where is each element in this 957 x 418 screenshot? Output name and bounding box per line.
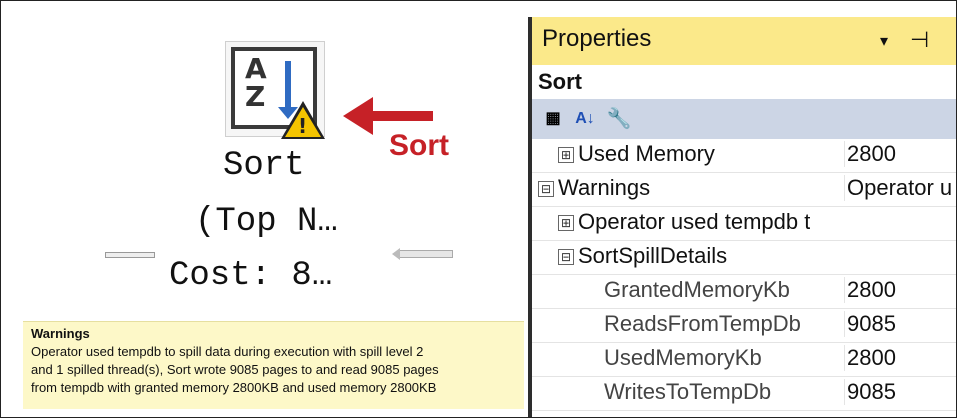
- expand-icon[interactable]: ⊞: [558, 147, 574, 163]
- properties-title: Properties: [542, 25, 652, 52]
- alphabetical-sort-icon[interactable]: A↓: [570, 105, 600, 133]
- selected-object-name[interactable]: Sort: [538, 69, 582, 95]
- properties-titlebar: Properties ▾ ⊣: [532, 17, 956, 65]
- property-row[interactable]: GrantedMemoryKb 2800: [532, 275, 956, 309]
- operator-cost: Cost: 8…: [169, 257, 333, 295]
- tooltip-line: and 1 spilled thread(s), Sort wrote 9085…: [31, 362, 439, 377]
- property-row[interactable]: ⊞ Operator used tempdb t: [532, 207, 956, 241]
- property-row[interactable]: WritesToTempDb 9085: [532, 377, 956, 411]
- property-name: ReadsFromTempDb: [604, 311, 801, 336]
- property-name: WritesToTempDb: [604, 379, 772, 404]
- property-row[interactable]: ⊟ SortSpillDetails: [532, 241, 956, 275]
- categorized-icon[interactable]: ▦: [538, 105, 568, 133]
- az-letters: AZ: [245, 52, 267, 113]
- collapse-icon[interactable]: ⊟: [558, 249, 574, 265]
- property-value[interactable]: 9085: [844, 311, 957, 337]
- window-dropdown-icon[interactable]: ▾: [880, 31, 888, 51]
- property-value[interactable]: 9085: [844, 379, 957, 405]
- property-row[interactable]: UsedMemoryKb 2800: [532, 343, 956, 377]
- sort-operator-icon[interactable]: AZ !: [225, 41, 325, 139]
- property-value[interactable]: 2800: [844, 277, 957, 303]
- tooltip-title: Warnings: [31, 326, 90, 341]
- arrow-shaft: [369, 111, 433, 121]
- connector-right-arrow: [392, 248, 453, 260]
- wrench-icon[interactable]: 🔧: [604, 105, 634, 133]
- execution-plan-canvas: AZ ! Sort Sort (Top N… Cost: 8… Warnings…: [1, 1, 528, 417]
- tooltip-line: from tempdb with granted memory 2800KB a…: [31, 380, 437, 395]
- property-value[interactable]: 2800: [844, 345, 957, 371]
- collapse-icon[interactable]: ⊟: [538, 181, 554, 197]
- properties-toolbar: ▦ A↓ 🔧: [532, 99, 956, 139]
- pin-icon[interactable]: ⊣: [910, 27, 929, 53]
- warning-exclamation: !: [298, 114, 308, 138]
- property-name: Used Memory: [578, 141, 715, 166]
- property-row[interactable]: ReadsFromTempDb 9085: [532, 309, 956, 343]
- tooltip-line: Operator used tempdb to spill data durin…: [31, 344, 424, 359]
- property-name: Warnings: [558, 175, 651, 200]
- property-name: SortSpillDetails: [578, 243, 728, 268]
- property-name: GrantedMemoryKb: [604, 277, 790, 302]
- warnings-tooltip: Warnings Operator used tempdb to spill d…: [23, 321, 524, 409]
- properties-window: Properties ▾ ⊣ Sort ▦ A↓ 🔧 ⊞ Used Memory 2…: [528, 17, 956, 417]
- property-row[interactable]: ⊟ Warnings Operator u: [532, 173, 956, 207]
- screenshot-frame: AZ ! Sort Sort (Top N… Cost: 8… Warnings…: [0, 0, 957, 418]
- operator-subtitle: (Top N…: [195, 203, 338, 241]
- expand-icon[interactable]: ⊞: [558, 215, 574, 231]
- property-value[interactable]: 2800: [844, 141, 957, 167]
- property-name: UsedMemoryKb: [604, 345, 762, 370]
- property-row[interactable]: ⊞ Used Memory 2800: [532, 139, 956, 173]
- operator-name: Sort: [223, 147, 305, 185]
- property-value[interactable]: Operator u: [844, 175, 957, 201]
- connector-left: [105, 252, 155, 258]
- property-name: Operator used tempdb t: [578, 209, 811, 234]
- annotation-label: Sort: [389, 129, 449, 162]
